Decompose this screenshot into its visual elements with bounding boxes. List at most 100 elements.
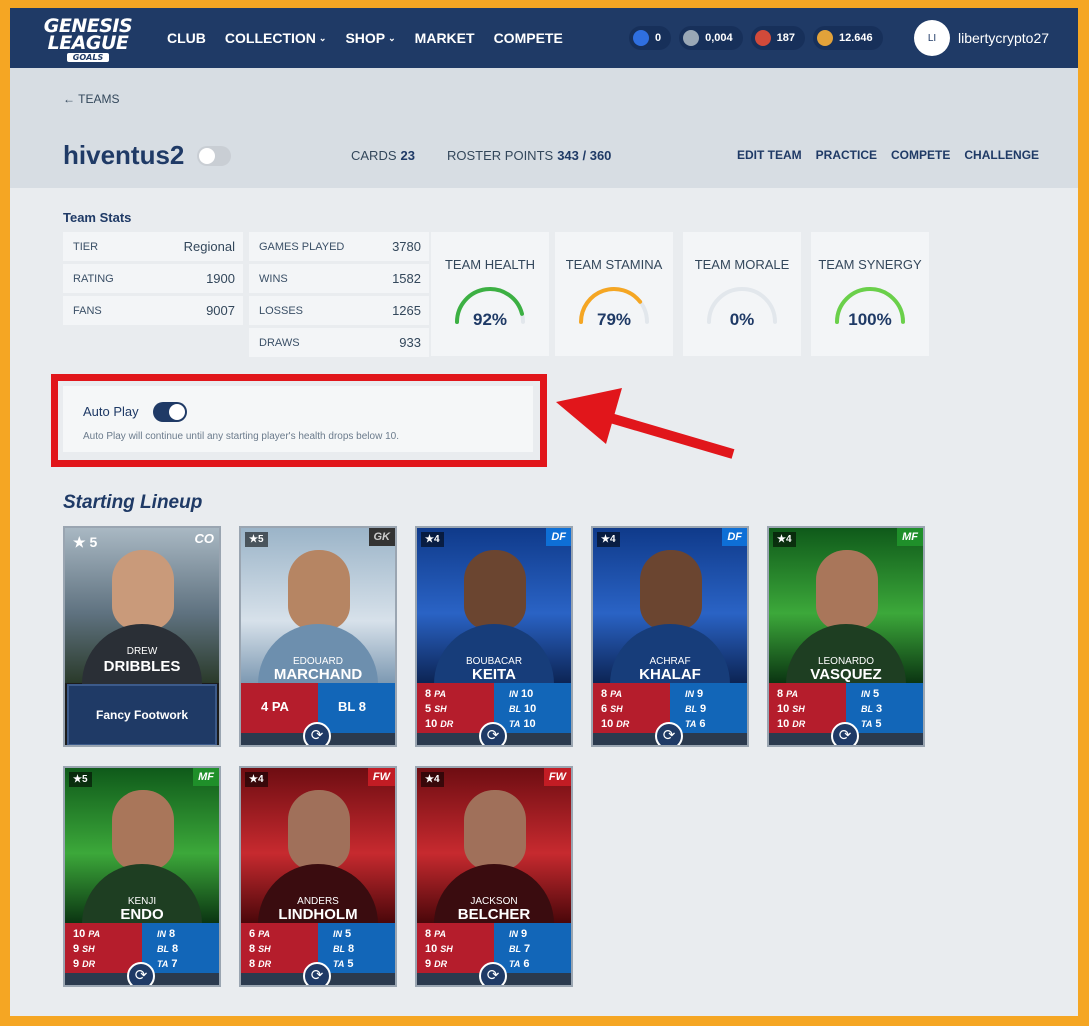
stat-abbr: PA [88,929,101,939]
ball-token-icon [754,30,771,46]
defense-stat-row: BL 3 [858,702,923,717]
nav-collection[interactable]: COLLECTION ⌄ [225,30,327,46]
stats-column-1: TIER Regional RATING 1900 FANS 9007 [63,232,243,328]
player-card-gk[interactable]: ★5 GK EDOUARD MARCHAND 4 PA BL 8 ⟳ [239,526,397,747]
stat-num: 6 [249,928,256,940]
currency-value: 0,004 [705,32,733,44]
stats-column-2: GAMES PLAYED 3780 WINS 1582 LOSSES 1265 DRA… [249,232,429,360]
stat-key: FANS [73,304,102,317]
defense-stat-row: BL 9 [682,702,747,717]
currency-star[interactable]: 0 [629,26,672,50]
stat-num: 5 [425,703,432,715]
attack-stat-row: 5 SH [425,702,494,717]
stat-abbr: IN [157,929,166,939]
player-card-vasquez[interactable]: ★4 MF LEONARDO VASQUEZ 8 PA 10 SH 10 DR IN 5 BL 3 TA 5 ⟳ [767,526,925,747]
username: libertycrypto27 [958,30,1050,46]
stat-num: 10 [521,688,534,700]
stat-abbr: PA [610,689,622,699]
roster-value: 343 / 360 [557,148,612,163]
gauge-title: TEAM SYNERGY [818,257,922,272]
stat-num: 9 [700,703,707,715]
swap-player-button[interactable]: ⟳ [303,722,331,745]
player-card-khalaf[interactable]: ★4 DF ACHRAF KHALAF 8 PA 6 SH 10 DR IN 9 BL 9 TA 6 ⟳ [591,526,749,747]
position-badge: FW [367,768,395,786]
currency-coin[interactable]: 12.646 [813,26,883,50]
player-card-endo[interactable]: ★5 MF KENJI ENDO 10 PA 9 SH 9 DR IN 8 BL 8 TA 7 ⟳ [63,766,221,987]
refresh-icon: ⟳ [838,727,852,744]
star-rating: ★5 [69,772,92,787]
chevron-down-icon: ⌄ [318,32,327,43]
user-menu[interactable]: LI libertycrypto27 [914,20,1049,56]
stat-num: 8 [249,958,256,970]
attack-stat-row: 8 PA [425,927,494,942]
stat-num: 8 [172,943,179,955]
stat-abbr: TA [685,719,697,729]
swap-player-button[interactable]: ⟳ [303,962,331,985]
attack-stat-row: 8 PA [425,687,494,702]
nav-market-label: MARKET [414,30,475,46]
coach-card[interactable]: ★ 5 CO DREW DRIBBLES Fancy Footwork [63,526,221,747]
stat-abbr: TA [333,959,345,969]
nav-market[interactable]: MARKET [415,30,475,46]
stat-abbr: PA [258,929,270,939]
stat-abbr: SH [258,944,271,954]
player-card-keita[interactable]: ★4 DF BOUBACAR KEITA 8 PA 5 SH 10 DR IN 10 BL 10 TA 10 ⟳ [415,526,573,747]
stat-abbr: PA [786,689,798,699]
team-name: hiventus2 [63,140,185,170]
challenge-button[interactable]: CHALLENGE [964,148,1039,162]
stat-abbr: TA [509,959,521,969]
swap-player-button[interactable]: ⟳ [127,962,155,985]
team-active-toggle[interactable] [197,146,231,166]
compete-button[interactable]: COMPETE [891,148,950,162]
defense-stat-row: IN 5 [330,927,395,942]
star-rating: ★4 [245,772,268,787]
defense-stat-row: TA 7 [154,957,219,972]
stat-abbr: SH [82,944,95,954]
player-last-name: VASQUEZ [810,666,882,683]
stat-num: 7 [524,943,531,955]
logo-line2: LEAGUE [47,32,129,54]
gauge-title: TEAM MORALE [694,257,790,272]
star-token-icon [633,30,649,46]
stat-abbr: IN [333,929,342,939]
swap-player-button[interactable]: ⟳ [479,722,507,745]
player-card-lindholm[interactable]: ★4 FW ANDERS LINDHOLM 6 PA 8 SH 8 DR IN 5 BL 8 TA 5 ⟳ [239,766,397,987]
nav-shop[interactable]: SHOP ⌄ [345,30,395,46]
position-badge: GK [368,528,395,546]
genesis-league-logo[interactable]: GENESIS LEAGUE GOALS [40,17,136,62]
stat-abbr: PA [434,689,446,699]
player-card-belcher[interactable]: ★4 FW JACKSON BELCHER 8 PA 10 SH 9 DR IN 9 BL 7 TA 6 ⟳ [415,766,573,987]
refresh-icon: ⟳ [486,967,500,984]
stat-num: 6 [523,958,530,970]
star-rating: ★ 5 [73,534,98,550]
attack-stat-row: 10 PA [73,927,142,942]
stat-num: 6 [699,718,706,730]
stat-num: 10 [601,718,614,730]
nav-club-label: CLUB [167,30,206,46]
stat-value: 9007 [206,303,235,318]
refresh-icon: ⟳ [310,727,324,744]
stat-num: 9 [73,943,80,955]
back-to-teams-link[interactable]: ← TEAMS [63,92,119,106]
swap-player-button[interactable]: ⟳ [479,962,507,985]
defense-stats: IN 10 BL 10 TA 10 [494,683,571,733]
swap-player-button[interactable]: ⟳ [831,722,859,745]
stat-rating: RATING 1900 [63,264,243,293]
practice-button[interactable]: PRACTICE [816,148,877,162]
stat-num: 8 [425,688,432,700]
attack-stat-row: 6 PA [249,927,318,942]
edit-team-button[interactable]: EDIT TEAM [737,148,802,162]
currency-globe[interactable]: 0,004 [679,26,743,50]
stat-abbr: SH [792,704,805,714]
nav-club[interactable]: CLUB [167,30,206,46]
refresh-icon: ⟳ [134,967,148,984]
cards-count: CARDS 23 [351,148,415,163]
swap-player-button[interactable]: ⟳ [655,722,683,745]
currency-ball[interactable]: 187 [750,26,806,50]
chevron-down-icon: ⌄ [388,32,396,43]
defense-stats: IN 9 BL 9 TA 6 [670,683,747,733]
stat-key: WINS [259,272,288,285]
stat-num: 10 [777,718,790,730]
nav-compete[interactable]: COMPETE [494,30,563,46]
position-badge: FW [543,768,571,786]
